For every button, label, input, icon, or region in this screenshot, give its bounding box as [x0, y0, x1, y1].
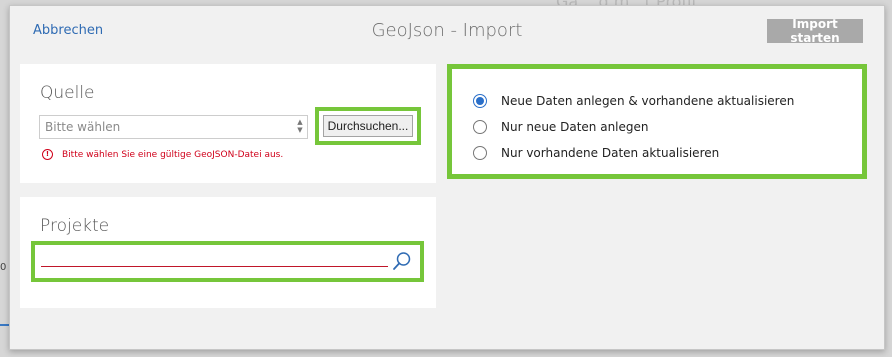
project-search-highlight	[31, 241, 424, 282]
source-card: Quelle Bitte wählen ▲ ▼ Durchsuchen... ! …	[20, 64, 436, 183]
error-icon: !	[42, 149, 53, 160]
option-label: Nur vorhandene Daten aktualisieren	[501, 146, 720, 160]
error-text: Bitte wählen Sie eine gültige GeoJSON-Da…	[62, 149, 284, 160]
dialog-title: GeoJson - Import	[371, 20, 523, 41]
start-import-button[interactable]: Import starten	[767, 17, 863, 45]
option-create-only[interactable]: Nur neue Daten anlegen	[473, 120, 649, 134]
projects-card: Projekte	[20, 197, 436, 308]
option-create-and-update[interactable]: Neue Daten anlegen & vorhandene aktualis…	[473, 94, 794, 108]
background-edge-digit: 0	[0, 262, 7, 273]
option-label: Nur neue Daten anlegen	[501, 120, 649, 134]
source-heading: Quelle	[40, 83, 95, 103]
radio-create-only[interactable]	[473, 120, 487, 134]
browse-button[interactable]: Durchsuchen...	[323, 115, 413, 137]
import-mode-options: Neue Daten anlegen & vorhandene aktualis…	[447, 64, 867, 179]
file-select[interactable]: Bitte wählen ▲ ▼	[39, 115, 308, 139]
option-update-only[interactable]: Nur vorhandene Daten aktualisieren	[473, 146, 719, 160]
projects-heading: Projekte	[40, 216, 110, 236]
search-icon[interactable]	[392, 251, 412, 271]
radio-update-only[interactable]	[473, 146, 487, 160]
option-label: Neue Daten anlegen & vorhandene aktualis…	[501, 94, 795, 108]
dialog-header: Abbrechen GeoJson - Import Import starte…	[10, 6, 884, 56]
select-stepper-icon[interactable]: ▲ ▼	[296, 118, 304, 136]
browse-highlight: Durchsuchen...	[315, 107, 421, 145]
error-message: ! Bitte wählen Sie eine gültige GeoJSON-…	[42, 149, 283, 160]
import-dialog: Abbrechen GeoJson - Import Import starte…	[9, 5, 885, 350]
radio-create-and-update[interactable]	[473, 94, 487, 108]
file-select-value: Bitte wählen	[45, 120, 121, 134]
project-search-input[interactable]	[41, 266, 388, 267]
